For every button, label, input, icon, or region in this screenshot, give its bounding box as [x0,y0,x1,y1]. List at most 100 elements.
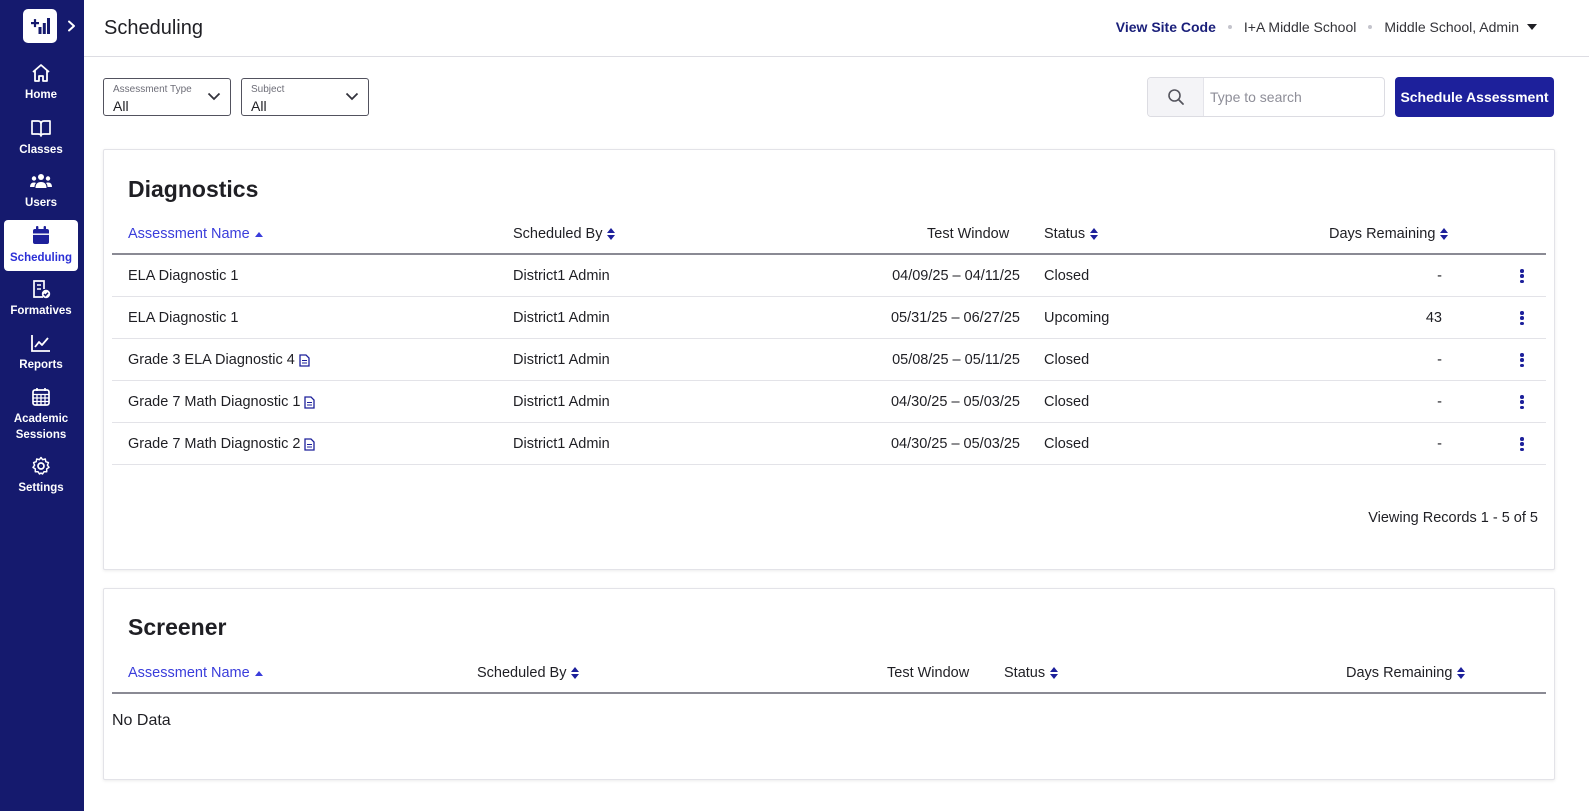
diagnostics-card: Diagnostics Assessment Name Scheduled By… [103,149,1555,570]
column-header-days-remaining[interactable]: Days Remaining [1329,226,1449,242]
assessment-name: Grade 7 Math Diagnostic 1 [128,394,301,410]
records-count: Viewing Records 1 - 5 of 5 [1368,510,1538,526]
row-actions-menu-icon[interactable] [1516,351,1528,369]
top-header: Scheduling View Site Code I+A Middle Sch… [84,0,1589,57]
column-header-label: Test Window [887,665,970,681]
nav-academic-sessions-label: Academic Sessions [13,413,69,441]
screener-title: Screener [128,614,227,640]
chevron-right-icon [67,20,75,32]
chevron-down-icon [345,92,359,101]
table-row: ELA Diagnostic 1 District1 Admin 05/31/2… [112,297,1546,339]
nav-home[interactable]: Home [4,63,78,107]
nav-reports-label: Reports [19,359,63,371]
column-header-test-window: Test Window [887,665,969,681]
column-header-scheduled-by[interactable]: Scheduled By [477,665,580,681]
status-cell: Closed [1044,352,1090,368]
nav-users-label: Users [25,197,57,209]
nav-users[interactable]: Users [4,171,78,215]
sort-ascending-icon [254,232,263,237]
separator-dot [1227,25,1232,29]
expand-sidebar-button[interactable] [64,17,78,35]
column-header-label: Scheduled By [513,226,603,242]
nav-scheduling[interactable]: Scheduling [4,220,78,271]
document-icon[interactable] [304,437,316,451]
status-cell: Closed [1044,268,1090,284]
sort-icon [1440,228,1449,240]
assessment-type-label: Assessment Type [113,84,192,95]
home-icon [32,64,50,82]
column-header-label: Assessment Name [128,226,250,242]
nav-formatives[interactable]: Formatives [4,279,78,323]
gear-icon [32,456,50,475]
column-header-label: Days Remaining [1346,665,1453,681]
scheduled-by-cell: District1 Admin [513,310,610,326]
column-header-label: Days Remaining [1329,226,1436,242]
nav-settings-label: Settings [18,482,64,494]
column-header-assessment-name[interactable]: Assessment Name [128,665,263,681]
assessment-name-cell: ELA Diagnostic 1 [128,268,238,284]
search-input[interactable] [1210,87,1378,107]
days-remaining-cell: - [1437,352,1442,368]
days-remaining-cell: - [1437,394,1442,410]
column-header-test-window: Test Window [927,226,1009,242]
users-icon [30,174,52,188]
nav-classes[interactable]: Classes [4,118,78,162]
assessment-name: ELA Diagnostic 1 [128,268,239,284]
table-row: Grade 7 Math Diagnostic 1 District1 Admi… [112,381,1546,423]
screener-card: Screener Assessment Name Scheduled By Te… [103,588,1555,780]
search-box [1147,77,1385,117]
scheduled-by-cell: District1 Admin [513,436,610,452]
row-actions-menu-icon[interactable] [1516,435,1528,453]
column-header-assessment-name[interactable]: Assessment Name [128,226,263,242]
nav-classes-label: Classes [19,144,63,156]
chart-icon [31,335,50,352]
test-window-cell: 05/08/25 – 05/11/25 [892,352,1020,368]
separator-dot [1368,25,1373,29]
user-menu[interactable]: Middle School, Admin [1384,19,1537,35]
nav-settings[interactable]: Settings [4,456,78,500]
status-cell: Closed [1044,394,1090,410]
nav-academic-sessions[interactable]: Academic Sessions [4,387,78,445]
nav-reports[interactable]: Reports [4,333,78,377]
column-header-scheduled-by[interactable]: Scheduled By [513,226,616,242]
school-name: I+A Middle School [1243,19,1357,35]
sort-icon [1090,228,1099,240]
row-actions-menu-icon[interactable] [1516,267,1528,285]
column-header-status[interactable]: Status [1004,665,1059,681]
status-cell: Closed [1044,436,1090,452]
chevron-down-icon [207,92,221,101]
calendar-icon [33,226,49,244]
assessment-name: Grade 7 Math Diagnostic 2 [128,436,301,452]
sort-icon [571,667,580,679]
sort-icon [607,228,616,240]
status-cell: Upcoming [1044,310,1110,326]
scheduled-by-cell: District1 Admin [513,352,610,368]
document-icon[interactable] [299,353,310,367]
assessment-name: ELA Diagnostic 1 [128,310,239,326]
app-logo[interactable] [23,9,57,43]
row-actions-menu-icon[interactable] [1516,393,1528,411]
subject-value: All [251,98,267,114]
test-window-cell: 05/31/25 – 06/27/25 [890,310,1020,326]
schedule-assessment-button[interactable]: Schedule Assessment [1395,77,1554,117]
assessment-type-select[interactable]: Assessment Type All [103,78,231,116]
column-header-label: Status [1044,226,1086,242]
search-icon-container [1148,78,1204,116]
document-icon[interactable] [304,395,316,409]
column-header-days-remaining[interactable]: Days Remaining [1346,665,1466,681]
column-header-label: Status [1004,665,1046,681]
diagnostics-title: Diagnostics [128,176,259,202]
table-row: Grade 3 ELA Diagnostic 4 District1 Admin… [112,339,1546,381]
days-remaining-cell: - [1437,268,1442,284]
header-user-area: View Site Code I+A Middle School Middle … [1116,19,1537,35]
days-remaining-cell: 43 [1425,310,1442,326]
scheduled-by-cell: District1 Admin [513,268,610,284]
nav-home-label: Home [25,89,57,101]
column-header-status[interactable]: Status [1044,226,1099,242]
subject-select[interactable]: Subject All [241,78,369,116]
view-site-code-link[interactable]: View Site Code [1116,19,1216,35]
table-row: ELA Diagnostic 1 District1 Admin 04/09/2… [112,255,1546,297]
test-window-cell: 04/30/25 – 05/03/25 [890,436,1020,452]
row-actions-menu-icon[interactable] [1516,309,1528,327]
empty-state-text: No Data [112,712,171,729]
